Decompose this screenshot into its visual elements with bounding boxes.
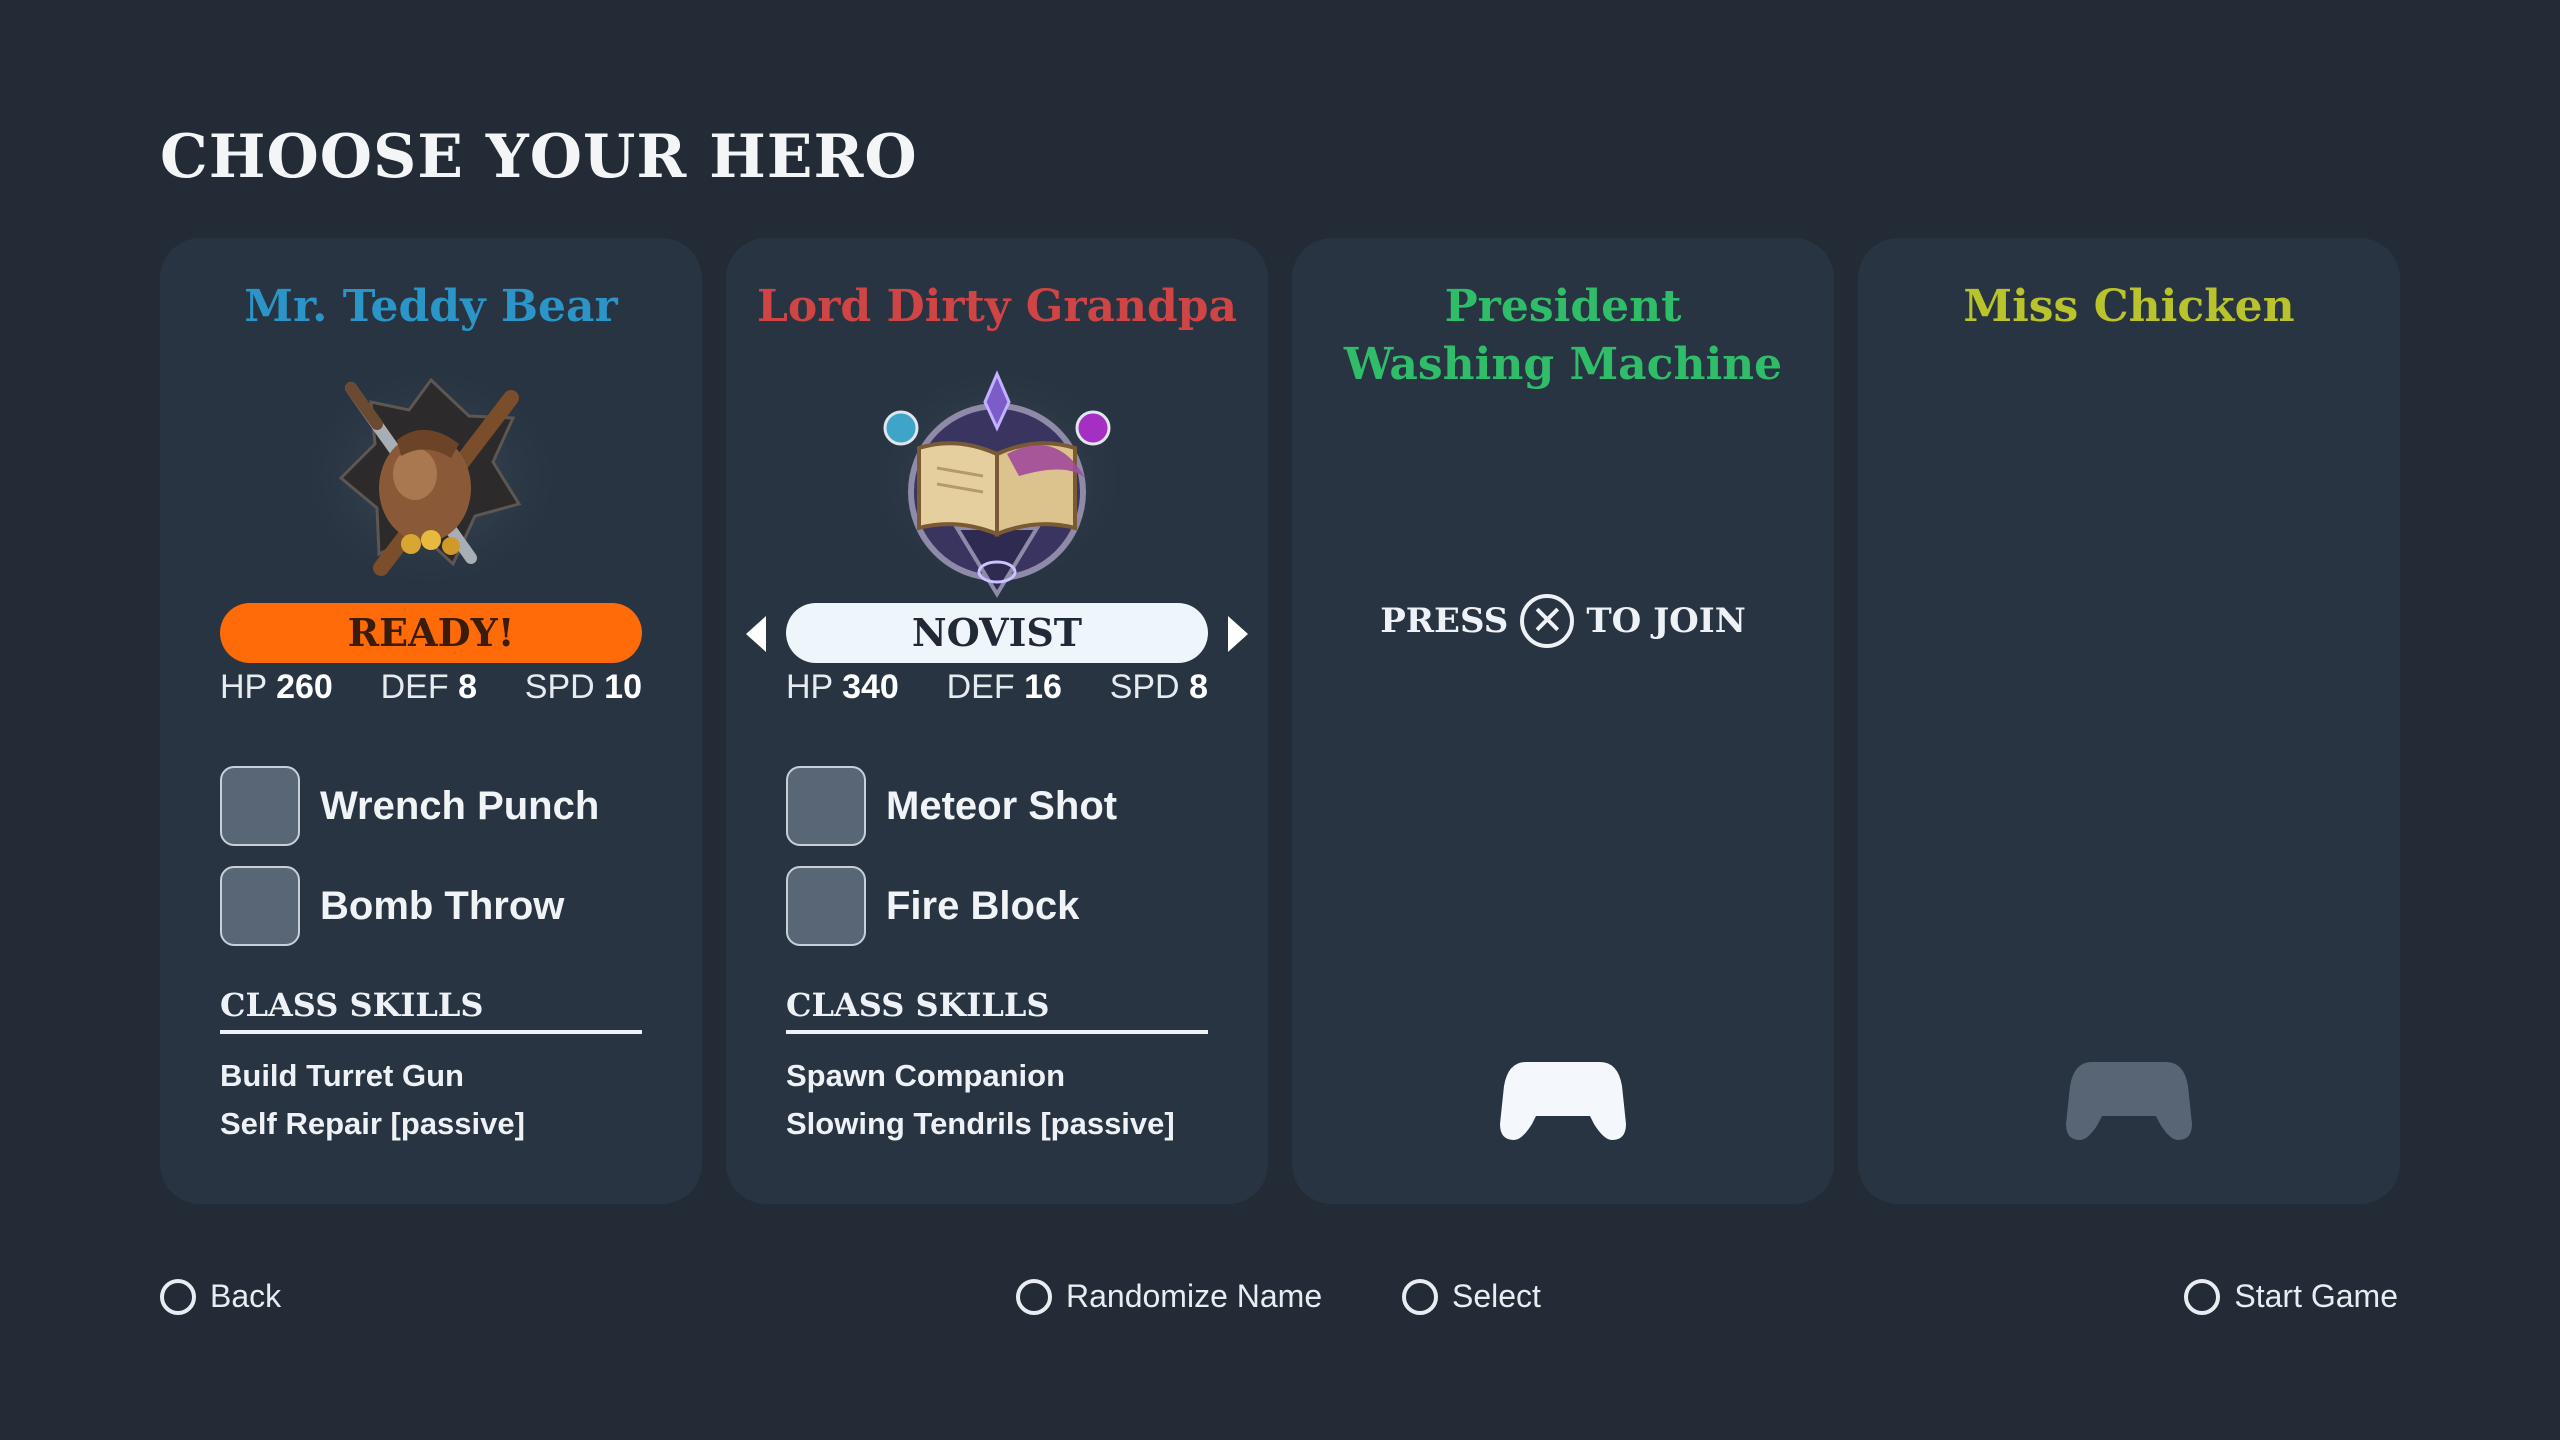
class-skills-heading: CLASS SKILLS xyxy=(786,986,1208,1034)
hero-card-3[interactable]: President Washing Machine PRESS ✕ TO JOI… xyxy=(1292,238,1834,1204)
hero-name: Mr. Teddy Bear xyxy=(244,281,618,332)
class-skills-heading: CLASS SKILLS xyxy=(220,986,642,1034)
class-skill-item: Slowing Tendrils [passive] xyxy=(786,1106,1175,1141)
spd-stat: SPD 10 xyxy=(525,668,642,707)
page-title: CHOOSE YOUR HERO xyxy=(160,122,918,192)
skill-slot[interactable]: Bomb Throw xyxy=(220,866,660,946)
class-next-arrow-icon[interactable] xyxy=(1228,616,1248,652)
hero-stats: HP 260 DEF 8 SPD 10 xyxy=(220,668,642,707)
class-skill-item: Spawn Companion xyxy=(786,1058,1065,1093)
skill-icon-slot xyxy=(786,866,866,946)
circle-button-icon xyxy=(160,1278,196,1315)
class-skill-item: Build Turret Gun xyxy=(220,1058,464,1093)
hero-card-2[interactable]: Lord Dirty Grandpa NOVIST HP 340 DEF 16 … xyxy=(726,238,1268,1204)
spd-label: SPD xyxy=(1109,668,1180,706)
hero-name: Miss Chicken xyxy=(1963,281,2295,332)
def-stat: DEF 16 xyxy=(947,668,1062,707)
hp-value: 340 xyxy=(842,668,899,706)
back-hint-button[interactable]: Back xyxy=(160,1278,281,1315)
hp-stat: HP 260 xyxy=(220,668,333,707)
hero-stats: HP 340 DEF 16 SPD 8 xyxy=(786,668,1208,707)
back-label: Back xyxy=(210,1278,282,1314)
class-selector[interactable]: NOVIST xyxy=(786,603,1208,663)
start-game-hint-button[interactable]: Start Game xyxy=(2184,1278,2398,1315)
gamepad-icon xyxy=(2066,1062,2192,1140)
spd-stat: SPD 8 xyxy=(1110,668,1208,707)
randomize-name-hint-button[interactable]: Randomize Name xyxy=(1016,1278,1322,1315)
circle-button-icon xyxy=(1016,1278,1052,1315)
skill-icon-slot xyxy=(220,866,300,946)
hp-stat: HP 340 xyxy=(786,668,899,707)
ready-status-badge: READY! xyxy=(220,603,642,663)
def-value: 16 xyxy=(1024,668,1062,706)
skill-label: Wrench Punch xyxy=(320,784,600,828)
skill-label: Bomb Throw xyxy=(320,884,565,928)
class-skill-item: Self Repair [passive] xyxy=(220,1106,525,1141)
skill-slot[interactable]: Meteor Shot xyxy=(786,766,1226,846)
circle-button-icon xyxy=(2184,1278,2221,1315)
select-hint-button[interactable]: Select xyxy=(1402,1278,1541,1315)
cross-button-icon: ✕ xyxy=(1520,594,1575,648)
hp-label: HP xyxy=(786,668,833,706)
hero-card-1[interactable]: Mr. Teddy Bear READY! HP 260 DEF 8 SPD 1… xyxy=(160,238,702,1204)
skill-slot[interactable]: Fire Block xyxy=(786,866,1226,946)
press-to-join-prompt: PRESS ✕ TO JOIN xyxy=(1292,594,1834,648)
hero-name: President Washing Machine xyxy=(1343,281,1783,390)
skill-slot[interactable]: Wrench Punch xyxy=(220,766,660,846)
skill-label: Fire Block xyxy=(886,884,1080,928)
def-label: DEF xyxy=(380,668,449,706)
spd-label: SPD xyxy=(524,668,595,706)
skill-icon-slot xyxy=(786,766,866,846)
start-label: Start Game xyxy=(2234,1278,2398,1314)
hp-value: 260 xyxy=(276,668,333,706)
join-suffix-label: TO JOIN xyxy=(1586,601,1746,641)
def-value: 8 xyxy=(458,668,477,706)
hp-label: HP xyxy=(220,668,267,706)
skill-icon-slot xyxy=(220,766,300,846)
randomize-label: Randomize Name xyxy=(1066,1278,1323,1314)
spd-value: 10 xyxy=(604,668,642,706)
spellbook-emblem-icon xyxy=(857,358,1137,598)
circle-button-icon xyxy=(1402,1278,1438,1315)
select-label: Select xyxy=(1452,1278,1541,1314)
hero-card-4[interactable]: Miss Chicken xyxy=(1858,238,2400,1204)
sword-wrench-sack-emblem-icon xyxy=(291,358,571,598)
gamepad-icon xyxy=(1500,1062,1626,1140)
join-press-label: PRESS xyxy=(1380,601,1509,641)
skill-label: Meteor Shot xyxy=(886,784,1118,828)
hero-name: Lord Dirty Grandpa xyxy=(756,281,1238,332)
class-prev-arrow-icon[interactable] xyxy=(746,616,766,652)
spd-value: 8 xyxy=(1189,668,1208,706)
def-label: DEF xyxy=(946,668,1015,706)
def-stat: DEF 8 xyxy=(381,668,477,707)
